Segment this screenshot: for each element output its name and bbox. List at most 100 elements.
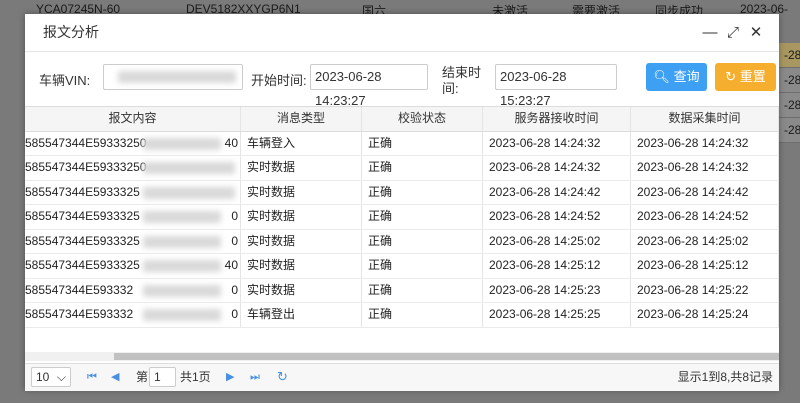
cell-status: 正确 (362, 303, 483, 327)
cell-type-text: 实时数据 (247, 258, 296, 272)
cell-collect-time-text: 2023-06-28 14:25:24 (637, 307, 749, 321)
first-page-icon[interactable]: ⏮ (87, 368, 97, 386)
cell-server-time: 2023-06-28 14:25:23 (483, 278, 631, 302)
message-table: 报文内容 消息类型 校验状态 服务器接收时间 数据采集时间 585547344E… (25, 106, 779, 357)
reset-button-label: 重置 (739, 69, 766, 84)
cell-server-time: 2023-06-28 14:24:52 (483, 205, 631, 229)
cell-collect-time-text: 2023-06-28 14:24:32 (637, 160, 749, 174)
cell-content-text: 585547344E5933325 (25, 184, 140, 199)
table-row[interactable]: 585547344E593332 0 实时数据 正确 2023-06-28 14:25:… (25, 278, 779, 303)
cell-type-text: 实时数据 (247, 160, 296, 174)
cell-content: 585547344E593332 0 (25, 278, 241, 302)
cell-content: 585547344E5933325 40 (25, 254, 241, 278)
content-tail: 0 (231, 307, 238, 321)
vin-input[interactable] (103, 64, 243, 90)
minimize-icon[interactable]: — (699, 14, 721, 51)
cell-type: 车辆登出 (241, 303, 362, 327)
prev-page-icon[interactable]: ◀ (111, 368, 119, 386)
page-size-value: 10 (36, 370, 50, 384)
maximize-icon[interactable]: ⤢ (722, 14, 744, 51)
cell-collect-time: 2023-06-28 14:24:32 (631, 156, 779, 180)
header-collect-time[interactable]: 数据采集时间 (631, 107, 779, 131)
redacted-content (143, 309, 221, 321)
cell-content-text: 585547344E593332 (25, 282, 134, 297)
refresh-icon[interactable]: ↻ (277, 368, 288, 386)
close-icon[interactable]: ✕ (745, 14, 767, 51)
page-number-input[interactable]: 1 (149, 367, 176, 387)
end-time-input[interactable]: 2023-06-28 15:23:27 (495, 64, 617, 108)
cell-content: 585547344E593332 0 (25, 303, 241, 327)
redacted-content (143, 162, 235, 174)
query-button[interactable]: 🔍︎ 查询 (646, 63, 707, 91)
cell-server-time-text: 2023-06-28 14:25:12 (489, 258, 601, 272)
table-row[interactable]: 585547344E59333250实时数据正确2023-06-28 14:24… (25, 205, 779, 230)
cell-content-text: 585547344E5933325 (25, 233, 140, 248)
cell-server-time: 2023-06-28 14:24:42 (483, 180, 631, 204)
last-page-icon[interactable]: ⏭ (250, 368, 260, 386)
cell-server-time: 2023-06-28 14:24:32 (483, 156, 631, 180)
cell-collect-time: 2023-06-28 14:25:02 (631, 229, 779, 253)
content-tail: 40 (224, 258, 238, 272)
pagination-bar: 10 ⌵ ⏮ ◀ 第 1 共1页 ▶ ⏭ ↻ 显示1到8,共8记录 (25, 363, 779, 391)
cell-content-text: 585547344E59333250 (25, 135, 147, 150)
cell-content: 585547344E5933325 0 (25, 205, 241, 229)
cell-status-text: 正确 (368, 233, 393, 248)
cell-collect-time-text: 2023-06-28 14:24:52 (637, 209, 749, 223)
cell-type: 实时数据 (241, 278, 362, 302)
cell-server-time-text: 2023-06-28 14:25:02 (489, 233, 601, 248)
start-time-input[interactable]: 2023-06-28 14:23:27 (310, 64, 428, 108)
redacted-content (143, 137, 221, 150)
cell-server-time: 2023-06-28 14:25:02 (483, 229, 631, 253)
page-size-select[interactable]: 10 ⌵ (31, 367, 71, 387)
cell-collect-time-text: 2023-06-28 14:25:22 (637, 282, 749, 297)
header-server-time[interactable]: 服务器接收时间 (483, 107, 631, 131)
table-row[interactable]: 585547344E593332 0 车辆登出 正确 2023-06-28 14:25:… (25, 303, 779, 328)
table-row[interactable]: 585547344E5933325 0 实时数据 正确 2023-06-28 14:25… (25, 229, 779, 254)
cell-server-time-text: 2023-06-28 14:25:25 (489, 307, 601, 321)
cell-server-time-text: 2023-06-28 14:24:32 (489, 160, 601, 174)
message-analysis-dialog: 报文分析 — ⤢ ✕ 车辆VIN: 开始时间: 2023-06-28 14:23… (25, 14, 779, 391)
cell-collect-time: 2023-06-28 14:24:52 (631, 205, 779, 229)
cell-server-time: 2023-06-28 14:24:32 (483, 131, 631, 155)
cell-server-time: 2023-06-28 14:25:25 (483, 303, 631, 327)
dialog-title: 报文分析 (43, 24, 99, 40)
cell-status-text: 正确 (368, 258, 393, 272)
content-tail: 40 (224, 135, 238, 150)
cell-collect-time: 2023-06-28 14:25:12 (631, 254, 779, 278)
redacted-content (143, 211, 221, 223)
cell-collect-time-text: 2023-06-28 14:24:32 (637, 135, 749, 150)
scrollbar-thumb[interactable] (114, 353, 779, 360)
horizontal-scrollbar[interactable] (25, 352, 779, 361)
cell-type-text: 车辆登入 (247, 135, 296, 150)
content-tail: 0 (231, 209, 238, 223)
chevron-down-icon: ⌵ (56, 370, 66, 384)
redacted-content (143, 260, 221, 272)
header-content[interactable]: 报文内容 (25, 107, 241, 131)
table-row[interactable]: 585547344E5933325 实时数据 正确 2023-06-28 14:24:… (25, 180, 779, 205)
cell-server-time-text: 2023-06-28 14:24:32 (489, 135, 601, 150)
header-type[interactable]: 消息类型 (241, 107, 362, 131)
vin-label: 车辆VIN: (39, 73, 91, 88)
cell-status: 正确 (362, 131, 483, 155)
redacted-content (143, 284, 221, 297)
cell-collect-time: 2023-06-28 14:24:32 (631, 131, 779, 155)
reset-button[interactable]: ↻ 重置 (715, 63, 776, 91)
table-row[interactable]: 585547344E59333250 40 车辆登入 正确 2023-06-28 14:… (25, 131, 779, 156)
cell-status: 正确 (362, 205, 483, 229)
cell-server-time-text: 2023-06-28 14:24:42 (489, 184, 601, 199)
start-time-label: 开始时间: (251, 73, 307, 88)
cell-type: 车辆登入 (241, 131, 362, 155)
table-row[interactable]: 585547344E59333250实时数据正确2023-06-28 14:24… (25, 156, 779, 181)
header-status[interactable]: 校验状态 (362, 107, 483, 131)
cell-collect-time: 2023-06-28 14:25:24 (631, 303, 779, 327)
redacted-content (143, 186, 235, 199)
cell-content: 585547344E59333250 40 (25, 131, 241, 155)
table-row[interactable]: 585547344E5933325 40 实时数据 正确 2023-06-28 14:2… (25, 254, 779, 279)
cell-status: 正确 (362, 229, 483, 253)
cell-status-text: 正确 (368, 160, 393, 174)
cell-type-text: 车辆登出 (247, 307, 296, 321)
cell-status: 正确 (362, 156, 483, 180)
next-page-icon[interactable]: ▶ (226, 368, 234, 386)
cell-content-text: 585547344E5933325 (25, 258, 140, 272)
cell-content-text: 585547344E5933325 (25, 209, 140, 223)
